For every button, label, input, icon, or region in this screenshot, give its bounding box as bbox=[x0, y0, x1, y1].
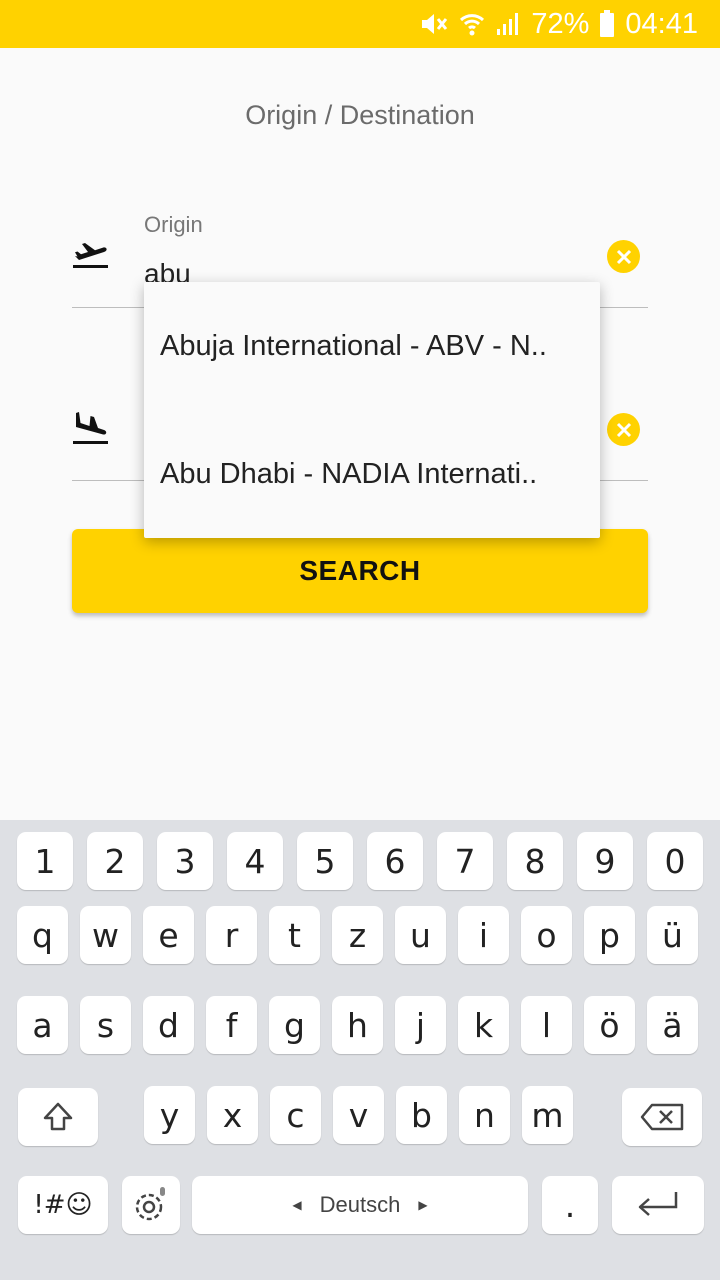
key-digit-4[interactable]: 5 bbox=[297, 832, 353, 890]
key-5[interactable]: z bbox=[332, 906, 383, 964]
suggestion-item[interactable]: Abu Dhabi - NADIA Internati.. bbox=[144, 410, 600, 538]
key-2[interactable]: c bbox=[270, 1086, 321, 1144]
key-9[interactable]: p bbox=[584, 906, 635, 964]
page-title: Origin / Destination bbox=[245, 100, 475, 130]
key-digit-3[interactable]: 4 bbox=[227, 832, 283, 890]
landing-icon bbox=[72, 407, 110, 452]
signal-icon bbox=[495, 11, 521, 37]
close-icon bbox=[616, 422, 631, 437]
search-button[interactable]: SEARCH bbox=[72, 529, 648, 613]
settings-key[interactable] bbox=[122, 1176, 180, 1234]
enter-icon bbox=[638, 1192, 678, 1216]
space-key[interactable]: ◀ Deutsch ▶ bbox=[192, 1176, 528, 1234]
key-8[interactable]: o bbox=[521, 906, 572, 964]
key-3[interactable]: v bbox=[333, 1086, 384, 1144]
suggestions-dropdown: Abuja International - ABV - N.. Abu Dhab… bbox=[144, 282, 600, 538]
key-0[interactable]: y bbox=[144, 1086, 195, 1144]
key-digit-7[interactable]: 8 bbox=[507, 832, 563, 890]
key-4[interactable]: b bbox=[396, 1086, 447, 1144]
takeoff-icon bbox=[72, 240, 110, 275]
key-digit-5[interactable]: 6 bbox=[367, 832, 423, 890]
origin-label: Origin bbox=[144, 212, 203, 237]
space-label: Deutsch bbox=[319, 1192, 401, 1217]
key-6[interactable]: m bbox=[522, 1086, 573, 1144]
key-3[interactable]: r bbox=[206, 906, 257, 964]
key-0[interactable]: a bbox=[17, 996, 68, 1054]
key-6[interactable]: u bbox=[395, 906, 446, 964]
enter-key[interactable] bbox=[612, 1176, 704, 1234]
key-10[interactable]: ä bbox=[647, 996, 698, 1054]
key-digit-6[interactable]: 7 bbox=[437, 832, 493, 890]
key-0[interactable]: q bbox=[17, 906, 68, 964]
shift-key[interactable] bbox=[18, 1088, 98, 1146]
key-4[interactable]: t bbox=[269, 906, 320, 964]
clock: 04:41 bbox=[625, 7, 698, 40]
wifi-icon bbox=[459, 11, 485, 37]
key-3[interactable]: f bbox=[206, 996, 257, 1054]
left-arrow-icon: ◀ bbox=[292, 1198, 302, 1212]
key-5[interactable]: n bbox=[459, 1086, 510, 1144]
backspace-key[interactable] bbox=[622, 1088, 702, 1146]
key-8[interactable]: l bbox=[521, 996, 572, 1054]
key-1[interactable]: x bbox=[207, 1086, 258, 1144]
backspace-icon bbox=[640, 1103, 684, 1131]
key-7[interactable]: k bbox=[458, 996, 509, 1054]
mute-icon bbox=[419, 11, 449, 37]
key-2[interactable]: d bbox=[143, 996, 194, 1054]
battery-percent: 72% bbox=[531, 7, 590, 40]
key-1[interactable]: w bbox=[80, 906, 131, 964]
key-1[interactable]: s bbox=[80, 996, 131, 1054]
symbols-key[interactable]: !#☺ bbox=[18, 1176, 108, 1234]
key-9[interactable]: ö bbox=[584, 996, 635, 1054]
close-icon bbox=[616, 249, 631, 264]
key-digit-8[interactable]: 9 bbox=[577, 832, 633, 890]
key-2[interactable]: e bbox=[143, 906, 194, 964]
shift-icon bbox=[43, 1102, 73, 1131]
clear-destination-button[interactable] bbox=[607, 413, 640, 446]
gear-icon bbox=[135, 1187, 165, 1221]
key-10[interactable]: ü bbox=[647, 906, 698, 964]
status-bar: 72% 04:41 bbox=[0, 0, 720, 48]
suggestion-item[interactable]: Abuja International - ABV - N.. bbox=[144, 282, 600, 410]
key-digit-2[interactable]: 3 bbox=[157, 832, 213, 890]
key-6[interactable]: j bbox=[395, 996, 446, 1054]
key-digit-0[interactable]: 1 bbox=[17, 832, 73, 890]
clear-origin-button[interactable] bbox=[607, 240, 640, 273]
key-digit-1[interactable]: 2 bbox=[87, 832, 143, 890]
right-arrow-icon: ▶ bbox=[418, 1198, 428, 1212]
key-5[interactable]: h bbox=[332, 996, 383, 1054]
keyboard: 1234567890 qwertzuiopü asdfghjklöä yxcvb… bbox=[0, 820, 720, 1280]
key-digit-9[interactable]: 0 bbox=[647, 832, 703, 890]
key-4[interactable]: g bbox=[269, 996, 320, 1054]
period-key[interactable]: . bbox=[542, 1176, 598, 1234]
key-7[interactable]: i bbox=[458, 906, 509, 964]
battery-icon bbox=[599, 10, 615, 38]
